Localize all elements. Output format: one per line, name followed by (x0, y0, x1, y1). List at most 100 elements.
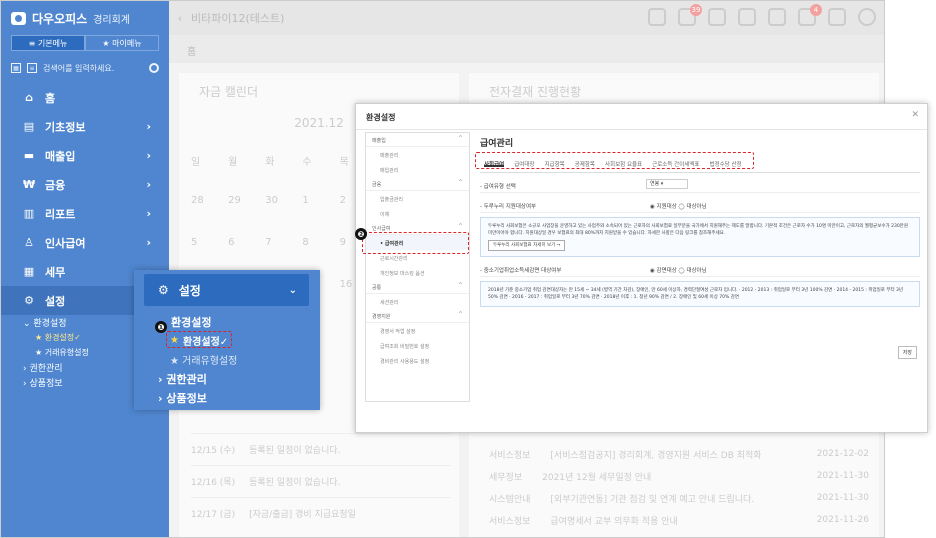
list-icon[interactable]: ≡ (27, 63, 37, 73)
day[interactable]: 29 (228, 195, 265, 237)
save-button[interactable]: 저장 (897, 346, 917, 359)
zoom-product-info[interactable]: › 상품정보 (158, 388, 237, 407)
list-item[interactable]: 서비스정보 급여명세서 교부 의무화 적용 안내 2021-11-26 (489, 509, 869, 531)
side-item[interactable]: 개인정보 마스킹 옵션 (366, 265, 469, 280)
side-group[interactable]: 금융 ^ (366, 177, 469, 191)
chevron-right-icon: › (146, 178, 151, 191)
calculator-icon: ▦ (23, 265, 35, 278)
chevron-down-icon: ⌄ (288, 284, 297, 296)
highlight-payroll-tabs (475, 152, 754, 169)
zoom-subnav: ⌄ 환경설정 ★ 환경설정✓ ★ 거래유형설정 › 권한관리 › 상품정보 (158, 312, 237, 407)
people-icon: ♙ (24, 236, 34, 249)
weekday: 일 (191, 157, 201, 168)
tab-home[interactable]: 홈 (169, 35, 884, 63)
side-item[interactable]: 매출관리 (366, 147, 469, 162)
side-item[interactable]: 입출금관리 (366, 191, 469, 206)
side-group[interactable]: 매출입 ^ (366, 133, 469, 147)
menu-search[interactable]: ▦ ≡ 검색어를 입력하세요. (1, 55, 169, 81)
bell-icon[interactable]: 4 (798, 4, 822, 26)
company-name: 비타파이12(테스트) (191, 12, 285, 25)
bell-badge: 4 (810, 4, 822, 16)
highlight-payroll-management (362, 232, 469, 254)
sidebar-item-basic-info[interactable]: ▤ 기초정보 › (1, 112, 169, 141)
list-item[interactable]: 12/17 (금) [자금/출금] 경비 지급요청일 (191, 497, 451, 529)
side-item[interactable]: 급여조회 비밀번호 설정 (366, 338, 469, 353)
avatar[interactable] (858, 8, 876, 26)
chevron-up-icon: ^ (457, 135, 463, 142)
close-icon[interactable]: ✕ (911, 110, 919, 120)
search-placeholder: 검색어를 입력하세요. (43, 63, 115, 73)
chevron-right-icon: › (146, 207, 151, 220)
list-item[interactable]: 시스템안내 [외부기관연동] 기관 점검 및 연계 예고 안내 드립니다. 2021… (489, 487, 869, 509)
zoom-env-settings-group[interactable]: ⌄ 환경설정 (158, 312, 237, 331)
zoom-transaction-type[interactable]: ★ 거래유형설정 (158, 350, 237, 369)
weekday: 월 (228, 157, 238, 168)
chevron-right-icon: › (146, 236, 151, 249)
report-icon: ▥ (23, 207, 35, 220)
durunuri-row: - 두루누리 지원대상여부 ◉ 지원대상 ◯ 대상아님 (480, 199, 920, 213)
side-item[interactable]: 이체 (366, 206, 469, 221)
calendar-icon[interactable] (708, 8, 726, 26)
tab-basic-menu[interactable]: ≡ 기본메뉴 (11, 35, 85, 51)
pay-type-row: - 급여유형 선택 연봉 ▾ (480, 179, 920, 193)
section-heading: 급여관리 (480, 139, 514, 149)
modal-title: 환경설정 ✕ (356, 104, 927, 130)
list-item[interactable]: 세무정보 2021년 12월 세무일정 안내 2021-11-30 (489, 465, 869, 487)
gear-icon: ⚙ (24, 294, 34, 307)
tax-reduction-info: 2018년 기준 중소기업 취업 감면대상자는 만 15세 ~ 34세 (병역 … (480, 281, 920, 307)
list-item[interactable]: 12/16 (목) 등록된 일정이 없습니다. (191, 465, 451, 497)
side-item[interactable]: 경영서 작업 설정 (366, 323, 469, 338)
durunuri-radio[interactable]: ◉ 지원대상 ◯ 대상아님 (650, 202, 707, 210)
apps-grid-icon[interactable] (828, 8, 846, 26)
won-icon: ₩ (22, 178, 36, 191)
durunuri-detail-button[interactable]: 두루누리 사회보험료 자세히 보기 → (488, 240, 566, 251)
gear-icon: ⚙ (158, 283, 169, 297)
sun-icon[interactable] (648, 8, 666, 26)
side-item[interactable]: 세션관리 (366, 294, 469, 309)
chevron-right-icon: › (146, 120, 151, 133)
app-module: 경리회계 (93, 14, 131, 26)
sidebar-item-hr-payroll[interactable]: ♙ 인사급여 › (1, 228, 169, 257)
grid-icon[interactable]: ▦ (11, 63, 21, 73)
zoom-permissions[interactable]: › 권한관리 (158, 369, 237, 388)
news-list: 서비스정보 [서비스점검공지] 경리회계, 경영지원 서비스 DB 최적화 2021… (489, 443, 869, 531)
highlight-env-settings (166, 331, 232, 348)
sidebar-item-sales[interactable]: ▬ 매출입 › (1, 141, 169, 170)
day[interactable]: 30 (265, 195, 302, 237)
list-item[interactable]: 서비스정보 [서비스점검공지] 경리회계, 경영지원 서비스 DB 최적화 2021… (489, 443, 869, 465)
day[interactable]: 1 (302, 195, 339, 237)
side-group[interactable]: 경영지원 ^ (366, 309, 469, 323)
search-icon[interactable] (149, 63, 159, 73)
modal-side-menu: 매출입 ^ 매출관리 매입관리 금융 ^ 입출금관리 이체 인사급여 ^ • 급여관리… (365, 132, 470, 402)
modal-main: 급여관리 사회급여 급여대장 지급항목 공제항목 사회보험 요율표 근로소득 간… (480, 132, 920, 422)
side-group[interactable]: 공통 ^ (366, 280, 469, 294)
menu-tabs: ≡ 기본메뉴 ★ 마이메뉴 (11, 35, 159, 51)
pay-type-select[interactable]: 연봉 ▾ (646, 179, 688, 189)
list-item[interactable]: 12/15 (수) 등록된 일정이 없습니다. (191, 433, 451, 465)
step-marker-1: ❶ (155, 321, 167, 333)
home-icon: ⌂ (25, 91, 33, 104)
notification-icon[interactable]: 39 (678, 4, 702, 26)
app-logo[interactable]: 다우오피스 경리회계 (1, 1, 169, 35)
tab-my-menu[interactable]: ★ 마이메뉴 (85, 35, 159, 51)
app-name: 다우오피스 (32, 11, 88, 26)
view-icon[interactable] (738, 8, 756, 26)
chevron-up-icon: ^ (457, 282, 463, 289)
top-icons: 39 4 (648, 4, 876, 26)
zoom-settings-header[interactable]: ⚙ 설정 ⌄ (144, 274, 309, 306)
collapse-arrow-icon[interactable]: ‹ (169, 12, 191, 25)
durunuri-info: 두루누리 사회보험은 소규모 사업장을 운영하고 있는 사업주와 소속되어 있는… (480, 217, 920, 257)
side-item[interactable]: 매입관리 (366, 162, 469, 177)
chevron-up-icon: ^ (457, 223, 463, 230)
day[interactable]: 28 (191, 195, 228, 237)
gear-icon[interactable] (768, 8, 786, 26)
sidebar-item-finance[interactable]: ₩ 금융 › (1, 170, 169, 199)
event-list: 12/15 (수) 등록된 일정이 없습니다. 12/16 (목) 등록된 일정이 … (191, 433, 451, 529)
side-item[interactable]: 경비관리 사용용도 설정 (366, 353, 469, 368)
weekday: 수 (302, 157, 312, 168)
top-bar: ‹ 비타파이12(테스트) 39 4 (169, 1, 884, 35)
tax-reduction-radio[interactable]: ◉ 감면대상 ◯ 대상아님 (650, 266, 707, 274)
sidebar-item-report[interactable]: ▥ 리포트 › (1, 199, 169, 228)
sidebar-item-home[interactable]: ⌂ 홈 (1, 83, 169, 112)
notification-badge: 39 (690, 4, 702, 16)
